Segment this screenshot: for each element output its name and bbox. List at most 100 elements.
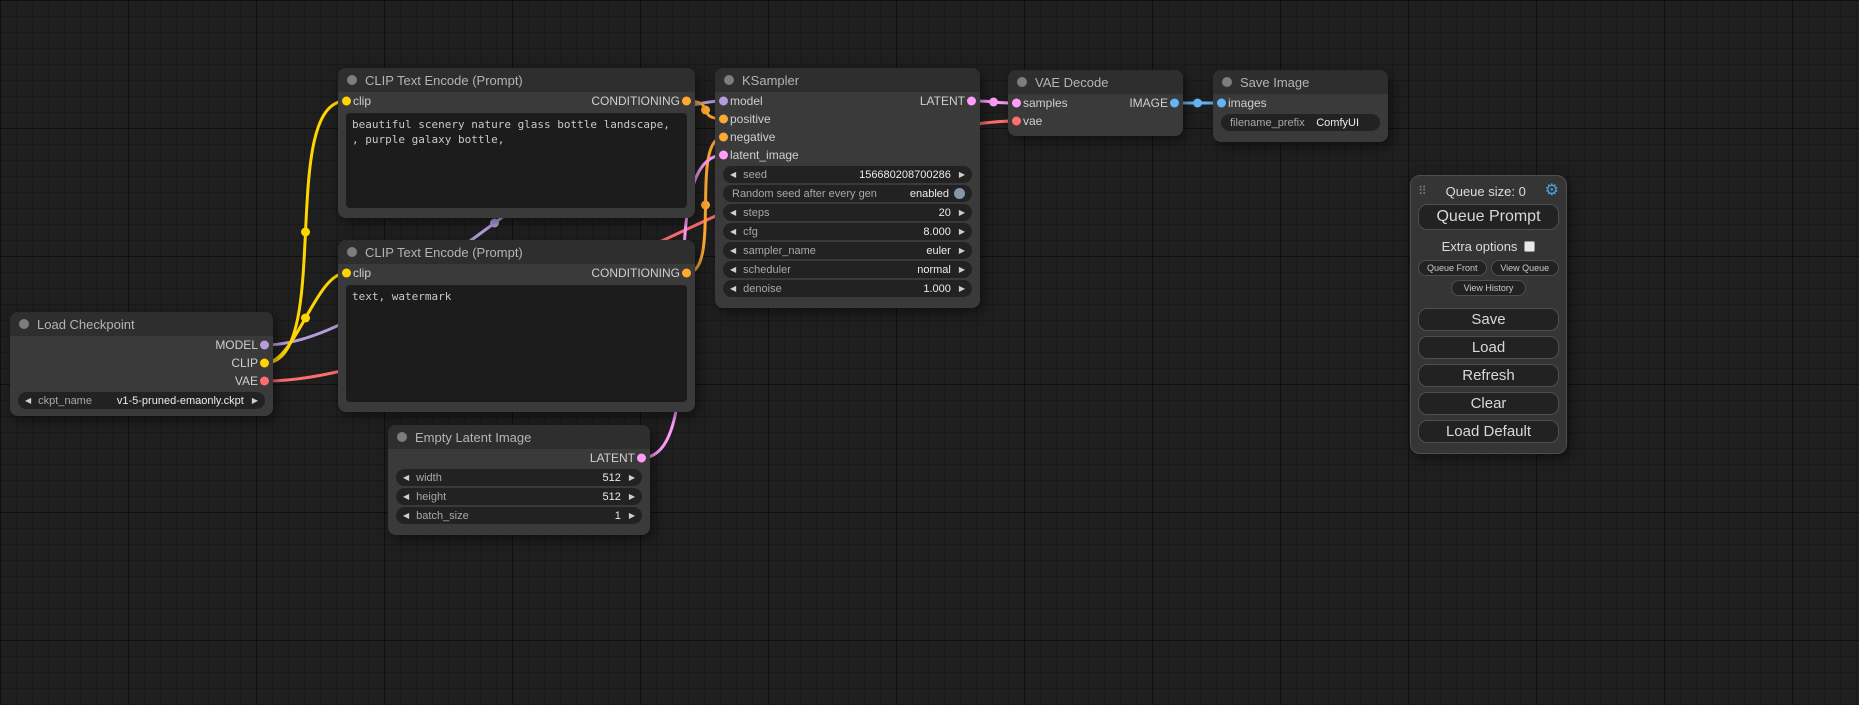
node-title-bar[interactable]: Save Image	[1213, 70, 1388, 94]
extra-options-label: Extra options	[1442, 239, 1518, 254]
node-title-bar[interactable]: VAE Decode	[1008, 70, 1183, 94]
increment-arrow-icon[interactable]: ▶	[959, 171, 965, 179]
graph-canvas[interactable]: Load Checkpoint MODEL CLIP VAE ◀ ckpt_na…	[0, 0, 1859, 705]
collapse-dot-icon[interactable]	[347, 247, 357, 257]
drag-handle-icon[interactable]: ⠿	[1418, 184, 1427, 198]
widget-seed[interactable]: ◀ seed 156680208700286 ▶	[723, 166, 972, 183]
increment-arrow-icon[interactable]: ▶	[629, 493, 635, 501]
widget-width[interactable]: ◀ width 512 ▶	[396, 469, 642, 486]
input-port-vae[interactable]	[1012, 117, 1021, 126]
widget-sampler-name[interactable]: ◀ sampler_name euler ▶	[723, 242, 972, 259]
node-clip-text-encode-positive[interactable]: CLIP Text Encode (Prompt) clip CONDITION…	[338, 68, 695, 218]
widget-denoise[interactable]: ◀ denoise 1.000 ▶	[723, 280, 972, 297]
prev-arrow-icon[interactable]: ◀	[730, 247, 736, 255]
node-title-bar[interactable]: Empty Latent Image	[388, 425, 650, 449]
node-title: CLIP Text Encode (Prompt)	[365, 245, 523, 260]
widget-value: 8.000	[923, 226, 951, 238]
increment-arrow-icon[interactable]: ▶	[959, 285, 965, 293]
port-row-clip-conditioning: clip CONDITIONING	[338, 264, 695, 282]
node-save-image[interactable]: Save Image images filename_prefix ComfyU…	[1213, 70, 1388, 142]
clear-button[interactable]: Clear	[1418, 392, 1559, 415]
input-port-negative[interactable]	[719, 133, 728, 142]
node-empty-latent-image[interactable]: Empty Latent Image LATENT ◀ width 512 ▶ …	[388, 425, 650, 535]
collapse-dot-icon[interactable]	[347, 75, 357, 85]
output-label-latent: LATENT	[920, 94, 965, 108]
widget-cfg[interactable]: ◀ cfg 8.000 ▶	[723, 223, 972, 240]
input-port-model[interactable]	[719, 97, 728, 106]
decrement-arrow-icon[interactable]: ◀	[730, 285, 736, 293]
collapse-dot-icon[interactable]	[1017, 77, 1027, 87]
input-port-clip[interactable]	[342, 269, 351, 278]
output-label-clip: CLIP	[231, 356, 258, 370]
settings-gear-icon[interactable]: ⚙	[1545, 183, 1559, 199]
prev-arrow-icon[interactable]: ◀	[25, 397, 31, 405]
decrement-arrow-icon[interactable]: ◀	[403, 512, 409, 520]
output-port-latent[interactable]	[967, 97, 976, 106]
widget-scheduler[interactable]: ◀ scheduler normal ▶	[723, 261, 972, 278]
widget-random-seed-toggle[interactable]: Random seed after every gen enabled	[723, 185, 972, 202]
next-arrow-icon[interactable]: ▶	[959, 266, 965, 274]
node-title: Save Image	[1240, 75, 1309, 90]
prev-arrow-icon[interactable]: ◀	[730, 266, 736, 274]
increment-arrow-icon[interactable]: ▶	[959, 209, 965, 217]
widget-label: cfg	[743, 226, 758, 238]
output-port-model[interactable]	[260, 341, 269, 350]
decrement-arrow-icon[interactable]: ◀	[403, 493, 409, 501]
widget-batch-size[interactable]: ◀ batch_size 1 ▶	[396, 507, 642, 524]
decrement-arrow-icon[interactable]: ◀	[730, 171, 736, 179]
input-label-vae: vae	[1023, 114, 1042, 128]
prompt-textarea[interactable]: text, watermark	[346, 285, 687, 402]
extra-options-checkbox[interactable]	[1524, 241, 1535, 252]
prompt-textarea[interactable]: beautiful scenery nature glass bottle la…	[346, 113, 687, 208]
node-title-bar[interactable]: Load Checkpoint	[10, 312, 273, 336]
view-queue-button[interactable]: View Queue	[1491, 260, 1560, 276]
output-port-latent[interactable]	[637, 454, 646, 463]
output-port-image[interactable]	[1170, 99, 1179, 108]
input-port-samples[interactable]	[1012, 99, 1021, 108]
view-history-button[interactable]: View History	[1451, 280, 1527, 296]
next-arrow-icon[interactable]: ▶	[959, 247, 965, 255]
node-title-bar[interactable]: KSampler	[715, 68, 980, 92]
collapse-dot-icon[interactable]	[397, 432, 407, 442]
next-arrow-icon[interactable]: ▶	[252, 397, 258, 405]
widget-height[interactable]: ◀ height 512 ▶	[396, 488, 642, 505]
node-load-checkpoint[interactable]: Load Checkpoint MODEL CLIP VAE ◀ ckpt_na…	[10, 312, 273, 416]
load-button[interactable]: Load	[1418, 336, 1559, 359]
toggle-knob-icon[interactable]	[954, 188, 965, 199]
queue-front-button[interactable]: Queue Front	[1418, 260, 1487, 276]
output-port-clip[interactable]	[260, 359, 269, 368]
increment-arrow-icon[interactable]: ▶	[959, 228, 965, 236]
decrement-arrow-icon[interactable]: ◀	[730, 228, 736, 236]
decrement-arrow-icon[interactable]: ◀	[403, 474, 409, 482]
node-vae-decode[interactable]: VAE Decode samples IMAGE vae	[1008, 70, 1183, 136]
input-label-model: model	[730, 94, 763, 108]
queue-prompt-button[interactable]: Queue Prompt	[1418, 204, 1559, 230]
collapse-dot-icon[interactable]	[724, 75, 734, 85]
node-ksampler[interactable]: KSampler model LATENT positive negative …	[715, 68, 980, 308]
input-port-images[interactable]	[1217, 99, 1226, 108]
widget-ckpt-name[interactable]: ◀ ckpt_name v1-5-pruned-emaonly.ckpt ▶	[18, 392, 265, 409]
increment-arrow-icon[interactable]: ▶	[629, 474, 635, 482]
collapse-dot-icon[interactable]	[19, 319, 29, 329]
collapse-dot-icon[interactable]	[1222, 77, 1232, 87]
input-port-positive[interactable]	[719, 115, 728, 124]
widget-filename-prefix[interactable]: filename_prefix ComfyUI	[1221, 114, 1380, 131]
output-port-conditioning[interactable]	[682, 97, 691, 106]
increment-arrow-icon[interactable]: ▶	[629, 512, 635, 520]
refresh-button[interactable]: Refresh	[1418, 364, 1559, 387]
node-clip-text-encode-negative[interactable]: CLIP Text Encode (Prompt) clip CONDITION…	[338, 240, 695, 412]
output-row-clip: CLIP	[10, 354, 273, 372]
output-port-vae[interactable]	[260, 377, 269, 386]
input-label-samples: samples	[1023, 96, 1068, 110]
widget-steps[interactable]: ◀ steps 20 ▶	[723, 204, 972, 221]
output-port-conditioning[interactable]	[682, 269, 691, 278]
link-model-midpoint-dot	[490, 218, 499, 227]
input-port-latent-image[interactable]	[719, 151, 728, 160]
input-port-clip[interactable]	[342, 97, 351, 106]
node-title-bar[interactable]: CLIP Text Encode (Prompt)	[338, 240, 695, 264]
input-row-positive: positive	[715, 110, 980, 128]
decrement-arrow-icon[interactable]: ◀	[730, 209, 736, 217]
node-title-bar[interactable]: CLIP Text Encode (Prompt)	[338, 68, 695, 92]
load-default-button[interactable]: Load Default	[1418, 420, 1559, 443]
save-button[interactable]: Save	[1418, 308, 1559, 331]
